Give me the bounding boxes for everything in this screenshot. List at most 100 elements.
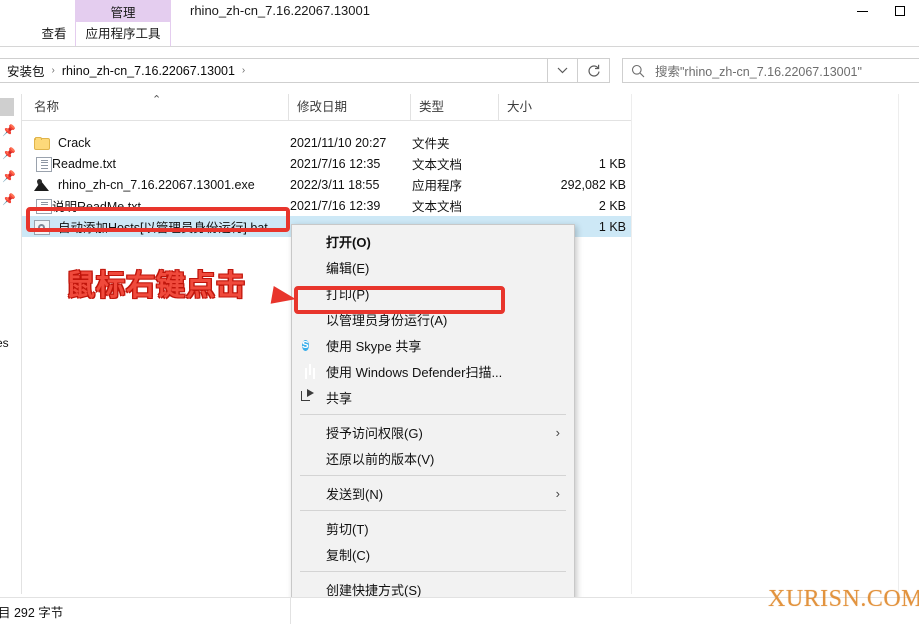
- menu-give-access-to[interactable]: 授予访问权限(G) ›: [292, 419, 574, 445]
- menu-separator-2: [300, 475, 566, 476]
- breadcrumb-separator-0: ›: [51, 65, 55, 76]
- menu-icon-placeholder: [300, 449, 320, 467]
- tab-application-tools[interactable]: 应用程序工具: [75, 22, 171, 46]
- maximize-icon: [895, 6, 905, 16]
- file-name-cell: Crack: [22, 136, 288, 150]
- menu-copy[interactable]: 复制(C): [292, 541, 574, 567]
- contextual-tab-group-header: 管理: [75, 0, 171, 22]
- annotation-arrow-icon: [270, 286, 298, 308]
- list-right-edge: [631, 94, 632, 594]
- minimize-icon: [856, 10, 868, 12]
- text-document-icon: [36, 156, 52, 172]
- search-box[interactable]: 搜索"rhino_zh-cn_7.16.22067.13001": [622, 58, 919, 83]
- menu-give-access-to-label: 授予访问权限(G): [326, 425, 423, 441]
- status-bar-text: 目 292 字节: [0, 605, 64, 620]
- search-placeholder: 搜索"rhino_zh-cn_7.16.22067.13001": [655, 65, 862, 79]
- defender-shield-icon: [300, 362, 320, 380]
- menu-share-with-skype[interactable]: S 使用 Skype 共享: [292, 332, 574, 358]
- title-bar: 管理 rhino_zh-cn_7.16.22067.13001: [0, 0, 919, 22]
- application-icon: [34, 177, 50, 193]
- column-header-name-label: 名称: [34, 100, 60, 114]
- table-row[interactable]: rhino_zh-cn_7.16.22067.13001.exe 2022/3/…: [22, 174, 632, 195]
- menu-open-label: 打开(O): [326, 234, 371, 250]
- column-header-size[interactable]: 大小: [498, 94, 632, 120]
- file-size-cell: 2 KB: [598, 198, 626, 213]
- tab-partial[interactable]: [0, 22, 16, 46]
- watermark: XURISN.COM: [768, 586, 919, 612]
- menu-print[interactable]: 打印(P): [292, 280, 574, 306]
- menu-separator-1: [300, 414, 566, 415]
- menu-restore-previous-versions-label: 还原以前的版本(V): [326, 451, 435, 467]
- column-header-type[interactable]: 类型: [410, 94, 498, 120]
- breadcrumb-item-0[interactable]: 安装包: [5, 61, 47, 80]
- file-explorer-window: 管理 rhino_zh-cn_7.16.22067.13001 查看 应用程序工…: [0, 0, 919, 624]
- folder-icon: [34, 136, 50, 150]
- nav-item-clipped-label[interactable]: es: [0, 336, 9, 350]
- column-header-date[interactable]: 修改日期: [288, 94, 410, 120]
- ribbon-tab-strip: 查看 应用程序工具: [0, 22, 919, 47]
- minimize-button[interactable]: [843, 0, 881, 22]
- nav-selected-item[interactable]: [0, 98, 14, 116]
- menu-send-to[interactable]: 发送到(N) ›: [292, 480, 574, 506]
- file-type-cell: 文本文档: [412, 158, 463, 172]
- menu-print-label: 打印(P): [326, 286, 370, 302]
- table-row[interactable]: Readme.txt 2021/7/16 12:35 文本文档 1 KB: [22, 153, 632, 174]
- tab-view[interactable]: 查看: [28, 22, 80, 46]
- address-dropdown-button[interactable]: [548, 58, 578, 83]
- menu-share-label: 共享: [326, 390, 353, 406]
- file-name-label: 自动添加Hosts[以管理员身份运行].bat: [58, 221, 268, 235]
- menu-separator-4: [300, 571, 566, 572]
- menu-cut[interactable]: 剪切(T): [292, 515, 574, 541]
- menu-edit[interactable]: 编辑(E): [292, 254, 574, 280]
- file-name-label: Readme.txt: [52, 156, 116, 171]
- menu-icon-placeholder: [300, 258, 320, 276]
- search-icon: [631, 64, 645, 77]
- menu-separator-3: [300, 510, 566, 511]
- file-date-cell: 2021/11/10 20:27: [290, 135, 387, 150]
- menu-scan-with-defender[interactable]: 使用 Windows Defender扫描...: [292, 358, 574, 384]
- table-row[interactable]: Crack 2021/11/10 20:27 文件夹: [22, 132, 632, 153]
- table-row[interactable]: 说明ReadMe.txt 2021/7/16 12:39 文本文档 2 KB: [22, 195, 632, 216]
- share-icon: [300, 388, 320, 406]
- refresh-button[interactable]: [578, 58, 610, 83]
- annotation-text: 鼠标右键点击: [66, 268, 247, 302]
- menu-icon-placeholder: [300, 580, 320, 598]
- menu-run-as-administrator[interactable]: 以管理员身份运行(A): [292, 306, 574, 332]
- pin-icon: 📌: [2, 125, 16, 137]
- sort-ascending-icon: ⌃: [152, 94, 162, 106]
- menu-send-to-label: 发送到(N): [326, 486, 384, 502]
- uac-shield-icon: [300, 310, 320, 328]
- menu-open[interactable]: 打开(O): [292, 228, 574, 254]
- window-controls: [843, 0, 919, 22]
- menu-icon-placeholder: [300, 232, 320, 250]
- file-name-cell: 自动添加Hosts[以管理员身份运行].bat: [22, 217, 288, 236]
- pin-icon: 📌: [2, 148, 16, 160]
- refresh-icon: [587, 64, 600, 77]
- maximize-button[interactable]: [881, 0, 919, 22]
- pin-icon: 📌: [2, 171, 16, 183]
- breadcrumb-separator-1[interactable]: ›: [237, 65, 250, 76]
- file-name-label: rhino_zh-cn_7.16.22067.13001.exe: [58, 177, 255, 192]
- status-bar-divider: [290, 598, 291, 624]
- breadcrumb-item-1[interactable]: rhino_zh-cn_7.16.22067.13001: [60, 64, 237, 78]
- address-bar[interactable]: 安装包 › rhino_zh-cn_7.16.22067.13001 ›: [0, 58, 548, 83]
- context-menu: 打开(O) 编辑(E) 打印(P) 以管理员身份运行(A) S 使用 Skype…: [291, 224, 575, 624]
- menu-cut-label: 剪切(T): [326, 521, 369, 537]
- file-type-cell: 应用程序: [412, 179, 463, 193]
- window-title: rhino_zh-cn_7.16.22067.13001: [190, 3, 370, 18]
- menu-icon-placeholder: [300, 545, 320, 563]
- contextual-tab-group-label: 管理: [110, 5, 136, 20]
- menu-share[interactable]: 共享: [292, 384, 574, 410]
- file-type-cell: 文件夹: [412, 137, 450, 151]
- file-name-label: Crack: [58, 135, 91, 150]
- menu-share-with-skype-label: 使用 Skype 共享: [326, 338, 422, 354]
- pin-icon: 📌: [2, 194, 16, 206]
- chevron-down-icon: [557, 67, 568, 74]
- file-size-cell: 292,082 KB: [560, 177, 626, 192]
- menu-scan-with-defender-label: 使用 Windows Defender扫描...: [326, 364, 503, 380]
- menu-restore-previous-versions[interactable]: 还原以前的版本(V): [292, 445, 574, 471]
- file-date-cell: 2022/3/11 18:55: [290, 177, 380, 192]
- column-header-row: 名称 ⌃ 修改日期 类型 大小: [22, 94, 632, 121]
- column-header-name[interactable]: 名称 ⌃: [22, 94, 288, 120]
- menu-create-shortcut-label: 创建快捷方式(S): [326, 582, 422, 598]
